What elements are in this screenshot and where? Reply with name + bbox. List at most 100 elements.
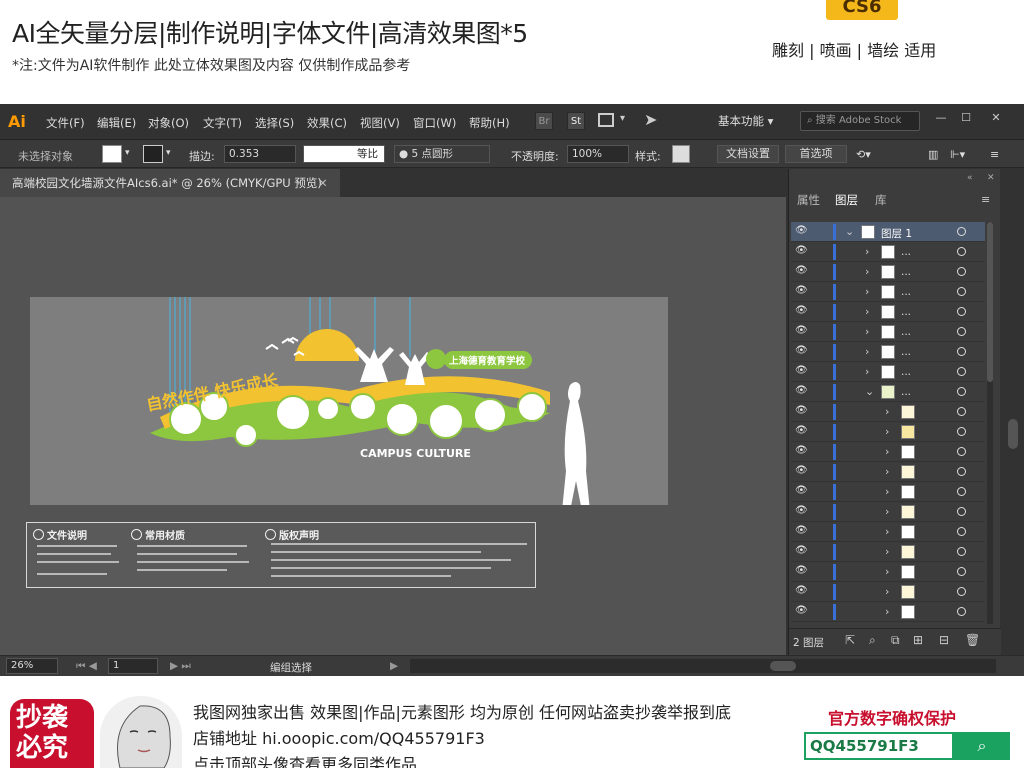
stock-search-input[interactable]: ⌕ 搜索 Adobe Stock xyxy=(800,111,920,131)
new-sublayer-icon[interactable]: ⊞ xyxy=(913,633,923,647)
target-icon[interactable] xyxy=(957,447,966,456)
last-artboard-icon[interactable]: ▶ ⏭ xyxy=(170,660,191,673)
bridge-button[interactable]: Br xyxy=(535,112,553,130)
shop-address[interactable]: 店铺地址 hi.ooopic.com/QQ455791F3 xyxy=(193,725,485,749)
panel-menu-icon[interactable]: ≡ xyxy=(981,193,990,206)
sublayer-row[interactable]: 👁 ›... xyxy=(791,322,985,342)
scroll-thumb[interactable] xyxy=(1008,419,1018,449)
visibility-icon[interactable]: 👁 xyxy=(795,466,808,476)
sublayer-row[interactable]: 👁 › xyxy=(791,502,985,522)
new-layer-icon[interactable]: ⊟ xyxy=(939,633,949,647)
target-icon[interactable] xyxy=(957,327,966,336)
right-scroll-track[interactable] xyxy=(1002,169,1024,655)
close-tab-icon[interactable]: ✕ xyxy=(318,169,328,197)
first-artboard-icon[interactable]: ⏮ ◀ xyxy=(76,660,97,673)
target-icon[interactable] xyxy=(957,427,966,436)
target-icon[interactable] xyxy=(957,247,966,256)
sublayer-row[interactable]: 👁 ›... xyxy=(791,262,985,282)
visibility-icon[interactable]: 👁 xyxy=(795,506,808,516)
sublayer-row[interactable]: 👁 › xyxy=(791,542,985,562)
visibility-icon[interactable]: 👁 xyxy=(795,526,808,536)
chevron-down-icon[interactable]: ▾ xyxy=(125,148,130,158)
target-icon[interactable] xyxy=(957,407,966,416)
sublayer-row[interactable]: 👁 › xyxy=(791,602,985,622)
align-options-icon[interactable]: ⊩▾ xyxy=(950,148,965,161)
status-menu-icon[interactable]: ▶ xyxy=(390,660,398,672)
chevron-right-icon[interactable]: › xyxy=(885,525,889,538)
chevron-right-icon[interactable]: › xyxy=(885,585,889,598)
chevron-down-icon[interactable]: ⌄ xyxy=(845,225,854,238)
sublayer-row[interactable]: 👁 › xyxy=(791,482,985,502)
opacity-input[interactable]: 100% xyxy=(567,145,629,163)
sublayer-row[interactable]: 👁 › xyxy=(791,582,985,602)
chevron-down-icon[interactable]: ⌄ xyxy=(865,385,874,398)
visibility-icon[interactable]: 👁 xyxy=(795,546,808,556)
visibility-icon[interactable]: 👁 xyxy=(795,386,808,396)
menu-type[interactable]: 文字(T) xyxy=(203,115,242,131)
shop-avatar[interactable] xyxy=(100,696,182,768)
target-icon[interactable] xyxy=(957,227,966,236)
layers-scrollbar[interactable] xyxy=(987,222,993,624)
artboard[interactable]: 自然作伴 快乐成长 上海德育教育学校 CAMPUS CULTURE xyxy=(30,277,668,511)
target-icon[interactable] xyxy=(957,347,966,356)
search-button[interactable]: ⌕ xyxy=(954,732,1010,760)
menu-edit[interactable]: 编辑(E) xyxy=(97,115,136,131)
visibility-icon[interactable]: 👁 xyxy=(795,486,808,496)
visibility-icon[interactable]: 👁 xyxy=(795,366,808,376)
chevron-right-icon[interactable]: › xyxy=(865,325,869,338)
panel-menu-icon[interactable]: ≡ xyxy=(990,148,999,161)
preferences-button[interactable]: 首选项 xyxy=(785,145,847,163)
artboard-number-field[interactable]: 1 xyxy=(108,658,158,674)
horizontal-scrollbar[interactable] xyxy=(410,659,996,673)
chevron-right-icon[interactable]: › xyxy=(865,245,869,258)
chevron-right-icon[interactable]: › xyxy=(885,445,889,458)
sublayer-row[interactable]: 👁 › xyxy=(791,442,985,462)
visibility-icon[interactable]: 👁 xyxy=(795,226,808,236)
target-icon[interactable] xyxy=(957,367,966,376)
sublayer-row[interactable]: 👁 ›... xyxy=(791,362,985,382)
stock-button[interactable]: St xyxy=(567,112,585,130)
chevron-right-icon[interactable]: › xyxy=(865,365,869,378)
tab-layers[interactable]: 图层 xyxy=(835,192,858,208)
visibility-icon[interactable]: 👁 xyxy=(795,266,808,276)
zoom-field[interactable]: 26% xyxy=(6,658,58,674)
tab-libraries[interactable]: 库 xyxy=(875,192,887,208)
menu-help[interactable]: 帮助(H) xyxy=(469,115,510,131)
clip-mask-icon[interactable]: ⧉ xyxy=(891,633,900,648)
chevron-right-icon[interactable]: › xyxy=(885,405,889,418)
target-icon[interactable] xyxy=(957,467,966,476)
menu-file[interactable]: 文件(F) xyxy=(46,115,85,131)
chevron-right-icon[interactable]: › xyxy=(885,565,889,578)
sublayer-row[interactable]: 👁 ⌄... xyxy=(791,382,985,402)
target-icon[interactable] xyxy=(957,267,966,276)
chevron-right-icon[interactable]: › xyxy=(885,605,889,618)
chevron-right-icon[interactable]: › xyxy=(885,425,889,438)
sublayer-row[interactable]: 👁 ›... xyxy=(791,242,985,262)
align-icon[interactable]: ▥ xyxy=(928,148,938,161)
collapse-icon[interactable]: « xyxy=(967,173,973,183)
fill-swatch[interactable] xyxy=(102,145,122,163)
target-icon[interactable] xyxy=(957,587,966,596)
target-icon[interactable] xyxy=(957,487,966,496)
target-icon[interactable] xyxy=(957,567,966,576)
export-icon[interactable]: ⇱ xyxy=(845,633,855,647)
search-icon[interactable]: ⌕ xyxy=(869,633,876,648)
menu-effect[interactable]: 效果(C) xyxy=(307,115,347,131)
chevron-down-icon[interactable]: ▾ xyxy=(166,148,171,158)
visibility-icon[interactable]: 👁 xyxy=(795,286,808,296)
chevron-right-icon[interactable]: › xyxy=(865,345,869,358)
chevron-right-icon[interactable]: › xyxy=(865,285,869,298)
visibility-icon[interactable]: 👁 xyxy=(795,606,808,616)
chevron-down-icon[interactable]: ▾ xyxy=(620,113,625,124)
graphic-style-swatch[interactable] xyxy=(672,145,690,163)
stroke-swatch[interactable] xyxy=(143,145,163,163)
visibility-icon[interactable]: 👁 xyxy=(795,346,808,356)
visibility-icon[interactable]: 👁 xyxy=(795,406,808,416)
trash-icon[interactable]: 🗑 xyxy=(965,633,980,647)
brush-definition[interactable]: ● 5 点圆形 xyxy=(394,145,490,163)
qq-id-field[interactable]: QQ455791F3 xyxy=(804,732,954,760)
sublayer-row[interactable]: 👁 › xyxy=(791,422,985,442)
visibility-icon[interactable]: 👁 xyxy=(795,246,808,256)
sublayer-row[interactable]: 👁 › xyxy=(791,462,985,482)
menu-window[interactable]: 窗口(W) xyxy=(413,115,456,131)
